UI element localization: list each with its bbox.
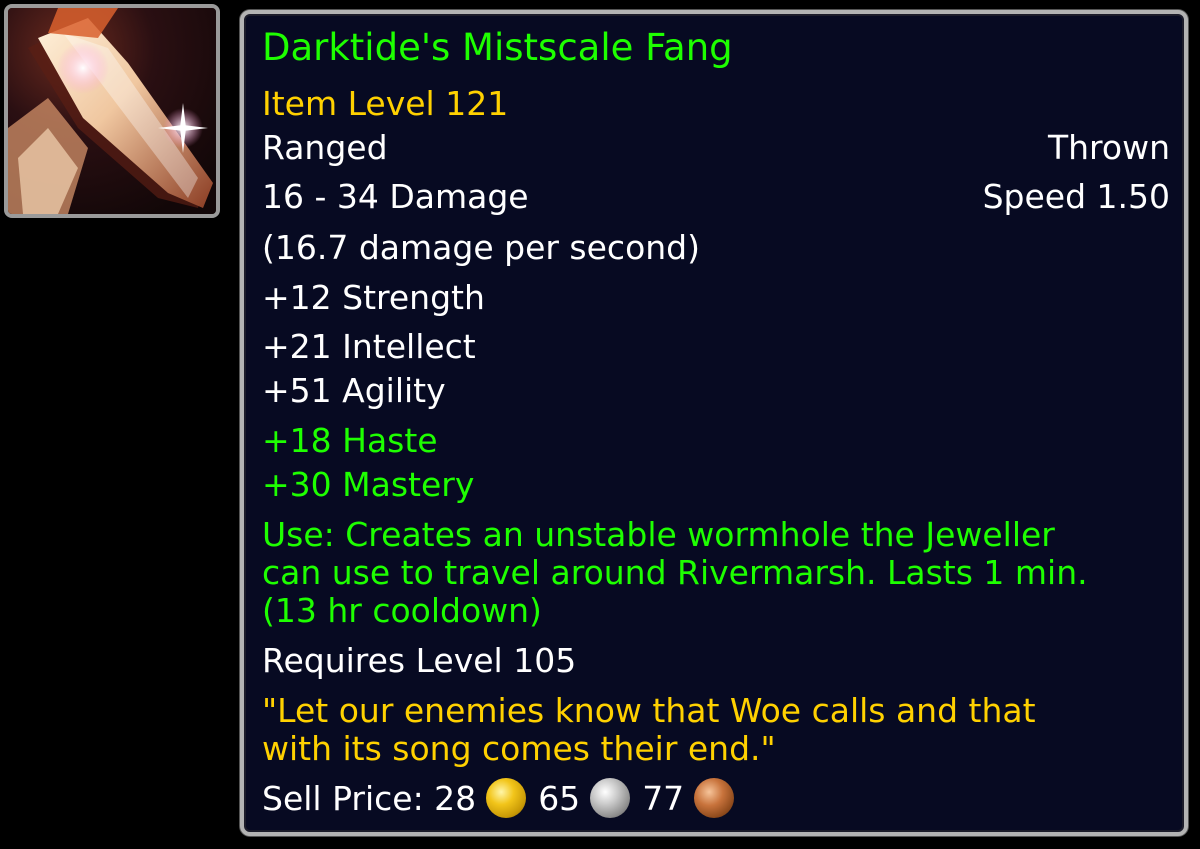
- use-effect-line: Use: Creates an unstable wormhole the Je…: [262, 515, 1055, 554]
- sell-price: Sell Price: 28 65 77: [262, 777, 746, 821]
- use-effect-cooldown: (13 hr cooldown): [262, 591, 542, 630]
- item-name: Darktide's Mistscale Fang: [262, 26, 733, 69]
- stat-haste: +18 Haste: [262, 421, 438, 460]
- copper-coin-icon: [694, 777, 735, 818]
- stat-intellect: +21 Intellect: [262, 327, 476, 366]
- item-level: Item Level 121: [262, 84, 509, 123]
- sell-price-silver: 65: [538, 779, 581, 818]
- stat-strength: +12 Strength: [262, 278, 485, 317]
- item-slot: Ranged: [262, 128, 388, 167]
- silver-coin-icon: [590, 777, 631, 818]
- stat-agility: +51 Agility: [262, 371, 446, 410]
- stat-mastery: +30 Mastery: [262, 465, 475, 504]
- damage-range: 16 - 34 Damage: [262, 177, 529, 216]
- sell-price-copper: 77: [642, 779, 685, 818]
- weapon-type: Thrown: [1047, 128, 1170, 167]
- flavor-text-line: "Let our enemies know that Woe calls and…: [262, 691, 1036, 730]
- item-tooltip: Darktide's Mistscale Fang Item Level 121…: [240, 10, 1188, 836]
- sell-price-gold: Sell Price: 28: [262, 779, 477, 818]
- required-level: Requires Level 105: [262, 641, 577, 680]
- gold-coin-icon: [486, 777, 527, 818]
- damage-per-second: (16.7 damage per second): [262, 228, 700, 267]
- dagger-icon: [8, 8, 216, 214]
- flavor-text-line: with its song comes their end.": [262, 729, 776, 768]
- item-icon-frame: [4, 4, 220, 218]
- use-effect-line: can use to travel around Rivermarsh. Las…: [262, 553, 1088, 592]
- weapon-speed: Speed 1.50: [982, 177, 1170, 216]
